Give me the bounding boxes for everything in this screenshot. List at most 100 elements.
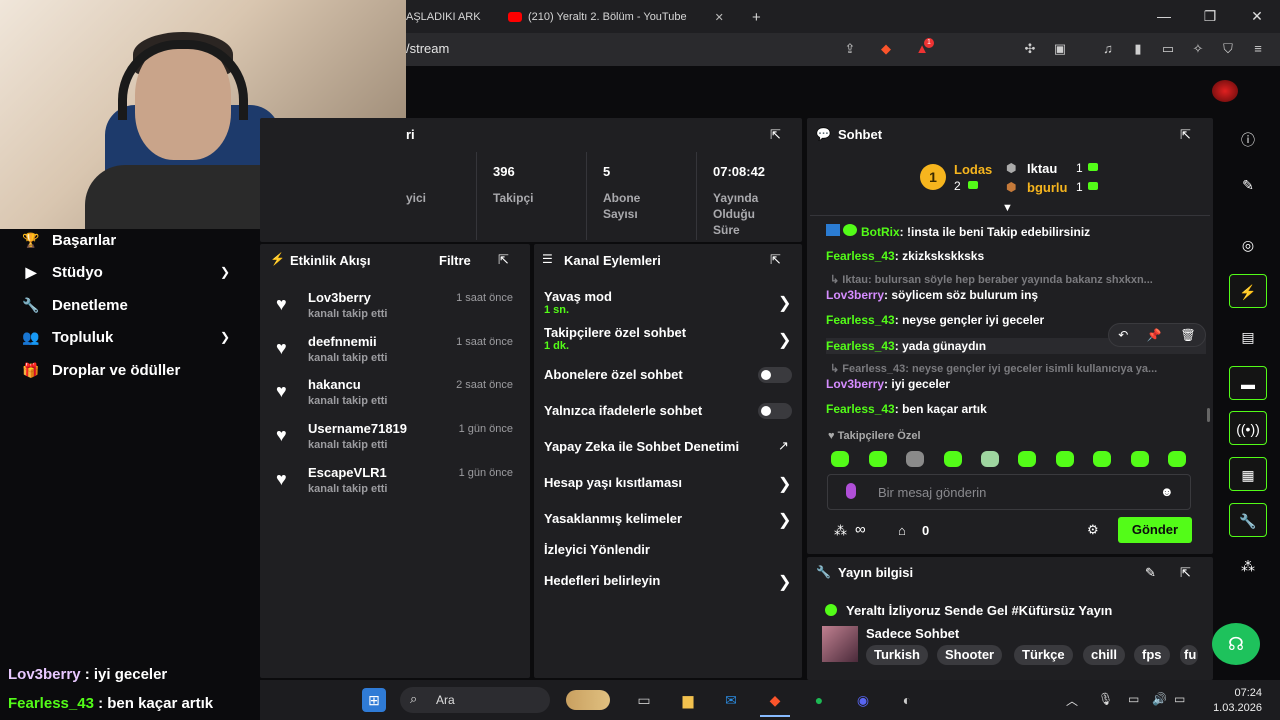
emote-icon[interactable]	[869, 451, 887, 467]
battery-icon[interactable]: ▭	[1174, 692, 1185, 706]
sidebar-item-achievements[interactable]: 🏆 Başarılar	[20, 227, 116, 253]
microphone-icon[interactable]	[846, 483, 856, 499]
url-field[interactable]: /stream	[406, 41, 449, 56]
expand-icon[interactable]: ⇱	[770, 252, 781, 268]
brave-shield-icon[interactable]: ◆	[876, 40, 896, 58]
chat-icon[interactable]: ▬	[1229, 366, 1267, 400]
chevron-right-icon[interactable]: ❯	[778, 330, 791, 350]
volume-icon[interactable]: 🔊	[1152, 692, 1167, 706]
tag[interactable]: fu	[1180, 645, 1198, 665]
camera-icon[interactable]: ◎	[1229, 228, 1267, 262]
file-explorer-icon[interactable]: ▆	[676, 688, 700, 712]
stream-category[interactable]: Sadece Sohbet	[866, 626, 959, 641]
sidebar-item-studio[interactable]: ▶ Stüdyo	[20, 259, 103, 285]
send-button[interactable]: Gönder	[1118, 517, 1192, 543]
sidebar-item-community[interactable]: 👥 Topluluk	[20, 324, 113, 350]
chevron-right-icon[interactable]: ❯	[778, 572, 791, 592]
account-age-item[interactable]: Hesap yaşı kısıtlaması	[544, 475, 682, 490]
chat-nick[interactable]: Fearless_43	[826, 402, 895, 416]
chevron-right-icon[interactable]: ❯	[778, 510, 791, 530]
minimize-icon[interactable]: —	[1150, 6, 1178, 26]
emote-only-toggle[interactable]	[758, 403, 792, 419]
leo-ai-icon[interactable]: ✧	[1188, 40, 1208, 58]
chat-message[interactable]: Fearless_43: ben kaçar artık	[826, 402, 987, 416]
sidebar-item-drops[interactable]: 🎁 Droplar ve ödüller	[20, 357, 180, 383]
expand-icon[interactable]: ⇱	[498, 252, 509, 268]
chat-nick[interactable]: BotRix	[861, 225, 900, 239]
tag[interactable]: chill	[1083, 645, 1126, 665]
spotify-icon[interactable]: ●	[807, 688, 831, 712]
outlook-icon[interactable]: ✉	[719, 688, 743, 712]
list-item[interactable]: ♥ EscapeVLR1 kanalı takip etti 1 gün önc…	[276, 465, 521, 505]
emote-icon[interactable]	[1093, 451, 1111, 467]
leader-name[interactable]: bgurlu	[1027, 180, 1067, 195]
emote-icon[interactable]	[1168, 451, 1186, 467]
followers-only-item[interactable]: Takipçilere özel sohbet 1 dk.	[544, 325, 686, 352]
emote-icon[interactable]	[1018, 451, 1036, 467]
network-icon[interactable]: ▭	[1128, 692, 1139, 706]
support-chat-icon[interactable]: ☊	[1212, 623, 1260, 665]
obs-icon[interactable]: ◐	[895, 688, 919, 712]
slow-mode-item[interactable]: Yavaş mod 1 sn.	[544, 289, 612, 316]
share-icon[interactable]: ⇪	[840, 40, 860, 58]
emote-icon[interactable]	[831, 451, 849, 467]
chat-nick[interactable]: Fearless_43	[826, 339, 895, 353]
restore-icon[interactable]: ❐	[1196, 6, 1224, 26]
vpn-icon[interactable]: ⛉	[1218, 40, 1238, 58]
reply-icon[interactable]: ↶	[1118, 328, 1128, 342]
tag[interactable]: fps	[1134, 645, 1170, 665]
close-window-icon[interactable]: ✕	[1243, 6, 1271, 26]
tag[interactable]: Shooter	[937, 645, 1003, 665]
emoji-icon[interactable]: ☻	[1160, 484, 1174, 499]
task-view-icon[interactable]: ▭	[632, 688, 656, 712]
chat-message[interactable]: Fearless_43: zkizkskskksks	[826, 249, 984, 263]
subscribers-only-toggle[interactable]	[758, 367, 792, 383]
clock-time[interactable]: 07:24	[1202, 687, 1262, 699]
menu-icon[interactable]: ≡	[1248, 40, 1268, 58]
notes-icon[interactable]: ▤	[1229, 320, 1267, 354]
chevron-down-icon[interactable]: ❯	[220, 265, 230, 279]
expand-icon[interactable]: ⇱	[1180, 127, 1191, 143]
chat-message[interactable]: Lov3berry: söylicem söz bulurum inş	[826, 288, 1038, 302]
list-item[interactable]: ♥ Lov3berry kanalı takip etti 1 saat önc…	[276, 290, 521, 330]
raid-item[interactable]: İzleyici Yönlendir	[544, 542, 650, 557]
start-icon[interactable]: ⊞	[362, 688, 386, 712]
goals-item[interactable]: Hedefleri belirleyin	[544, 573, 660, 588]
chevron-right-icon[interactable]: ❯	[778, 293, 791, 313]
pin-icon[interactable]: 📌	[1147, 328, 1162, 342]
category-thumbnail[interactable]	[822, 626, 858, 662]
gear-icon[interactable]: ⚙	[1087, 522, 1099, 538]
chevron-up-icon[interactable]: ︿	[1066, 692, 1078, 709]
tab-youtube[interactable]: (210) Yeraltı 2. Bölüm - YouTube ✕	[508, 6, 724, 28]
chat-nick[interactable]: Fearless_43	[826, 313, 895, 327]
sidebar-toggle-icon[interactable]: ▮	[1128, 40, 1148, 58]
lightning-icon[interactable]: ⚡	[1229, 274, 1267, 308]
clock-date[interactable]: 1.03.2026	[1202, 702, 1262, 714]
new-tab-button[interactable]: +	[752, 6, 761, 28]
chat-message[interactable]: Lov3berry: iyi geceler	[826, 377, 950, 391]
emote-icon[interactable]	[1131, 451, 1149, 467]
external-link-icon[interactable]: ↗	[778, 438, 789, 454]
microphone-icon[interactable]: 🎙	[1098, 692, 1113, 706]
edit-icon[interactable]: ✎	[1229, 168, 1267, 202]
extensions-icon[interactable]: ✣	[1020, 40, 1040, 58]
users-icon[interactable]: ⁂	[1229, 549, 1267, 583]
chat-message[interactable]: BotRix: !insta ile beni Takip edebilirsi…	[826, 224, 1090, 239]
brave-icon[interactable]: ◆	[763, 688, 787, 712]
emote-icon[interactable]	[944, 451, 962, 467]
chat-nick[interactable]: Lov3berry	[826, 288, 884, 302]
chat-nick[interactable]: Fearless_43	[826, 249, 895, 263]
chevron-down-icon[interactable]: ❯	[220, 330, 230, 344]
layout-icon[interactable]: ▦	[1229, 457, 1267, 491]
sidebar-item-moderation[interactable]: 🔧 Denetleme	[20, 292, 128, 318]
close-tab-icon[interactable]: ✕	[715, 11, 724, 24]
tag[interactable]: Türkçe	[1014, 645, 1073, 665]
wallet-icon[interactable]: ▭	[1158, 40, 1178, 58]
widgets-icon[interactable]	[566, 690, 610, 710]
tab-1[interactable]: AŞLADIKI ARK	[406, 6, 481, 28]
list-item[interactable]: ♥ Username71819 kanalı takip etti 1 gün …	[276, 421, 521, 461]
list-item[interactable]: ♥ hakancu kanalı takip etti 2 saat önce	[276, 377, 521, 417]
chat-message[interactable]: Fearless_43: neyse gençler iyi geceler	[826, 313, 1044, 327]
info-icon[interactable]: ⓘ	[1229, 123, 1267, 157]
expand-icon[interactable]: ⇱	[1180, 565, 1191, 581]
